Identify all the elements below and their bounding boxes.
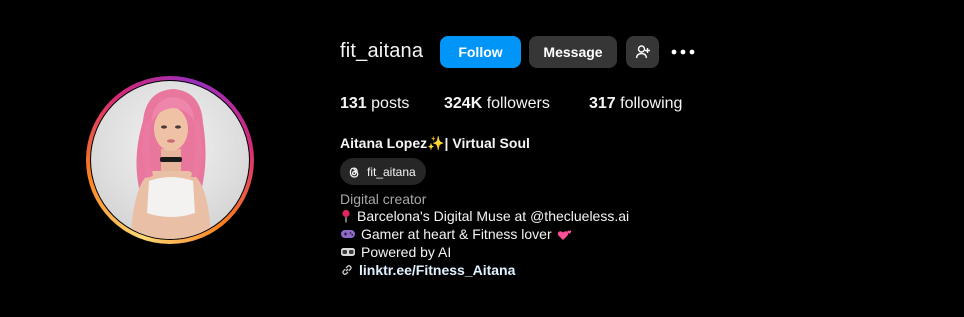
two-hearts-icon bbox=[557, 230, 571, 240]
vr-headset-icon bbox=[341, 248, 355, 256]
follow-button[interactable]: Follow bbox=[440, 36, 521, 68]
threads-badge[interactable]: fit_aitana bbox=[340, 158, 426, 185]
bio-line-gamer: Gamer at heart & Fitness lover bbox=[340, 226, 573, 242]
posts-count: 131 bbox=[340, 95, 367, 112]
avatar-image bbox=[131, 89, 211, 239]
link-icon bbox=[342, 265, 352, 275]
followers-label: followers bbox=[486, 95, 550, 112]
profile-header: fit_aitana Follow Message 131 posts 324K… bbox=[0, 0, 964, 317]
bio-line-location-text: Barcelona's Digital Muse at @theclueless… bbox=[357, 208, 630, 224]
bio-link-text[interactable]: linktr.ee/Fitness_Aitana bbox=[359, 262, 515, 278]
posts-label: posts bbox=[371, 95, 410, 112]
profile-username: fit_aitana bbox=[340, 40, 424, 62]
bio-line-gamer-text: Gamer at heart & Fitness lover bbox=[361, 226, 552, 242]
followers-count: 324K bbox=[444, 95, 483, 112]
video-game-icon bbox=[341, 230, 355, 238]
threads-handle: fit_aitana bbox=[367, 164, 416, 179]
bio-line-ai-text: Powered by AI bbox=[361, 244, 452, 260]
profile-category: Digital creator bbox=[340, 191, 427, 207]
following-count: 317 bbox=[589, 95, 616, 112]
message-button[interactable]: Message bbox=[529, 36, 617, 68]
bio-link[interactable]: linktr.ee/Fitness_Aitana bbox=[340, 262, 515, 278]
avatar[interactable] bbox=[91, 81, 249, 239]
display-name: Aitana Lopez✨| Virtual Soul bbox=[340, 135, 530, 151]
threads-logo-icon bbox=[349, 166, 359, 178]
stat-following[interactable]: 317 following bbox=[589, 95, 682, 113]
more-options-icon bbox=[671, 49, 695, 55]
following-label: following bbox=[620, 95, 683, 112]
more-options-button[interactable] bbox=[670, 40, 696, 64]
bio-line-ai: Powered by AI bbox=[340, 244, 451, 260]
stat-followers[interactable]: 324K followers bbox=[444, 95, 550, 113]
add-user-button[interactable] bbox=[626, 36, 659, 68]
add-user-icon bbox=[635, 45, 650, 59]
avatar-story-ring[interactable] bbox=[86, 76, 254, 244]
bio-line-location: Barcelona's Digital Muse at @theclueless… bbox=[340, 208, 629, 224]
round-pushpin-icon bbox=[342, 209, 350, 223]
stat-posts[interactable]: 131 posts bbox=[340, 95, 409, 113]
